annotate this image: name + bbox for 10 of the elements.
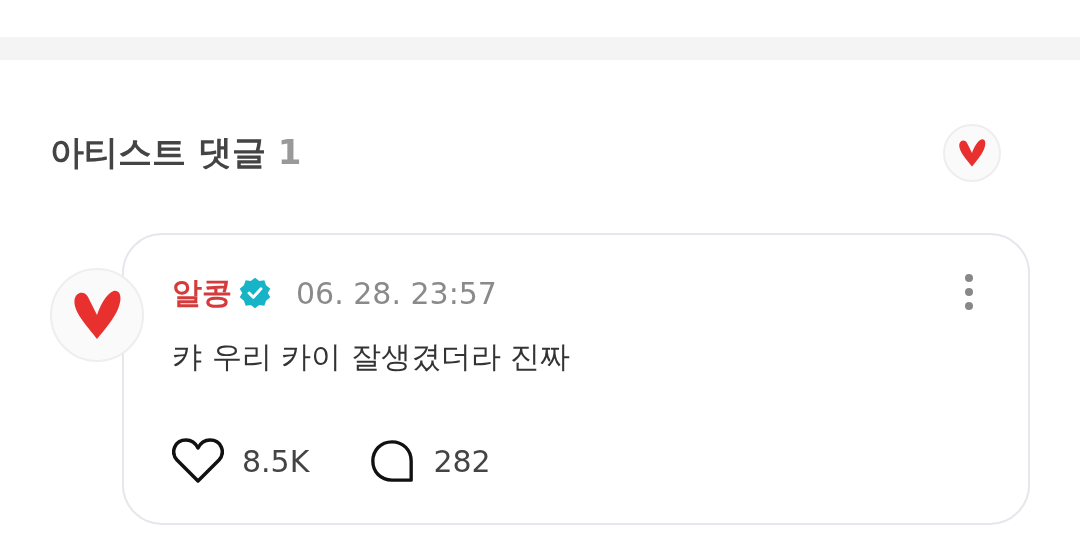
comment-text: 캬 우리 카이 잘생겼더라 진짜 <box>172 338 572 376</box>
comment-bubble-icon[interactable] <box>369 438 416 484</box>
like-count: 8.5K <box>242 443 310 479</box>
heart-icon[interactable] <box>172 438 224 484</box>
author-name[interactable]: 알콩 <box>172 272 232 314</box>
more-options-button[interactable] <box>964 273 974 313</box>
comment-count: 1 <box>277 132 302 172</box>
comment-time: 06. 28. 23:57 <box>296 275 497 311</box>
reply-count: 282 <box>433 443 491 479</box>
section-title: 아티스트 댓글 <box>50 131 266 174</box>
